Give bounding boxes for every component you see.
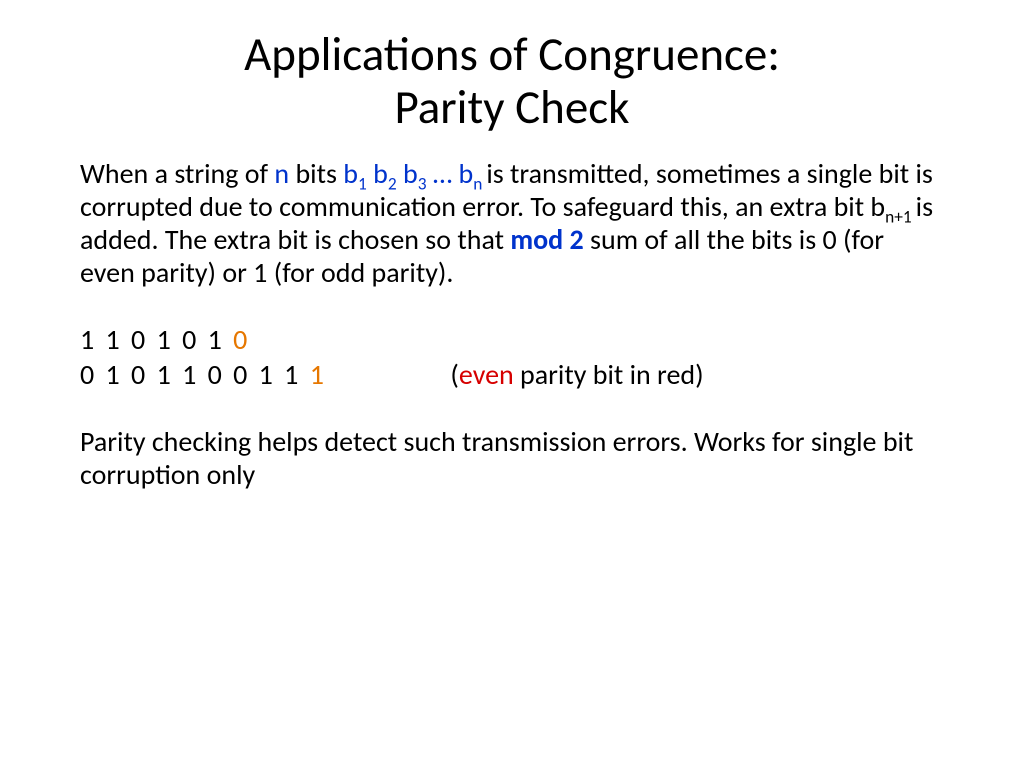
parity-note: (even parity bit in red) (450, 358, 703, 391)
bits: 0 1 0 1 1 0 0 1 1 (80, 357, 310, 392)
parity-bit: 1 (310, 357, 327, 392)
text: When a string of (80, 156, 274, 191)
bit-string-2: 0 1 0 1 1 0 0 1 1 1 (80, 358, 326, 391)
ellipsis: … (427, 156, 459, 191)
parity-bit: 0 (233, 322, 250, 357)
bit-string-1: 1 1 0 1 0 1 0 (80, 323, 944, 356)
even-word: even (459, 357, 514, 392)
sub-n1: n+1 (885, 206, 916, 228)
bit-string-2-row: 0 1 0 1 1 0 0 1 1 1 (even parity bit in … (80, 358, 944, 391)
mod2: mod 2 (510, 222, 583, 257)
title-line-2: Parity Check (395, 78, 630, 136)
title-line-1: Applications of Congruence: (244, 25, 780, 83)
slide-body: When a string of n bits b1 b2 b3 … bn is… (80, 157, 944, 491)
bits: 1 1 0 1 0 1 (80, 322, 233, 357)
closing-paragraph: Parity checking helps detect such transm… (80, 425, 944, 491)
bit-b3: b3 (403, 156, 427, 191)
intro-paragraph: When a string of n bits b1 b2 b3 … bn is… (80, 157, 944, 289)
slide: Applications of Congruence: Parity Check… (0, 0, 1024, 768)
bit-b1: b1 (343, 156, 367, 191)
slide-title: Applications of Congruence: Parity Check (80, 28, 944, 133)
bit-b2: b2 (373, 156, 397, 191)
text: bits (289, 156, 343, 191)
var-n: n (274, 156, 289, 191)
bit-bn: bn (459, 156, 487, 191)
